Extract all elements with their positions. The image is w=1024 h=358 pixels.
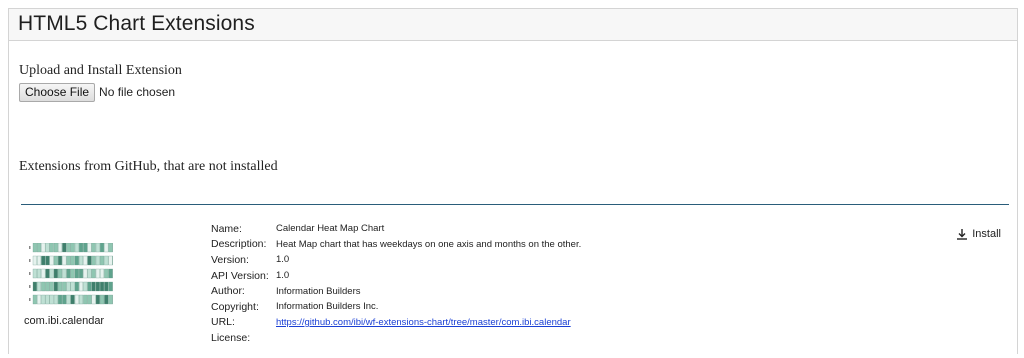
detail-value: 1.0 bbox=[276, 270, 290, 282]
install-button[interactable]: Install bbox=[956, 228, 1001, 240]
detail-value bbox=[276, 330, 581, 346]
detail-key: License: bbox=[211, 331, 251, 344]
detail-row-api-version: API Version: 1.0 bbox=[210, 268, 581, 284]
detail-row-name: Name: Calendar Heat Map Chart bbox=[210, 221, 581, 237]
detail-key: Version: bbox=[211, 253, 249, 266]
detail-value: Information Builders Inc. bbox=[276, 301, 379, 313]
detail-key: Author: bbox=[211, 285, 245, 298]
detail-key: URL: bbox=[211, 316, 235, 329]
extension-url-link[interactable]: https://github.com/ibi/wf-extensions-cha… bbox=[276, 317, 571, 328]
page-title: HTML5 Chart Extensions bbox=[18, 12, 255, 35]
extension-thumbnail bbox=[26, 243, 116, 307]
section-divider bbox=[21, 204, 1009, 205]
github-section-label: Extensions from GitHub, that are not ins… bbox=[19, 159, 278, 174]
detail-value: 1.0 bbox=[276, 254, 290, 266]
detail-key: Name: bbox=[211, 222, 242, 235]
choose-file-button[interactable]: Choose File bbox=[19, 82, 96, 102]
detail-row-author: Author: Information Builders bbox=[210, 283, 581, 299]
detail-key: Description: bbox=[211, 238, 267, 251]
detail-value: Calendar Heat Map Chart bbox=[276, 223, 385, 235]
detail-row-license: License: bbox=[210, 330, 581, 346]
download-icon bbox=[957, 229, 968, 240]
calendar-heatmap-icon bbox=[29, 243, 113, 305]
detail-value: Information Builders bbox=[276, 285, 361, 297]
detail-row-copyright: Copyright: Information Builders Inc. bbox=[210, 299, 581, 315]
title-bar: HTML5 Chart Extensions bbox=[9, 9, 1017, 41]
detail-row-url: URL: https://github.com/ibi/wf-extension… bbox=[210, 315, 581, 331]
detail-row-version: Version: 1.0 bbox=[210, 252, 581, 268]
file-upload-control: Choose File No file chosen bbox=[19, 82, 175, 102]
detail-value: Heat Map chart that has weekdays on one … bbox=[276, 238, 582, 250]
detail-key: Copyright: bbox=[211, 300, 259, 313]
detail-key: API Version: bbox=[211, 269, 269, 282]
file-status-text: No file chosen bbox=[99, 85, 176, 99]
extensions-panel: HTML5 Chart Extensions Upload and Instal… bbox=[8, 8, 1018, 354]
extension-details: Name: Calendar Heat Map Chart Descriptio… bbox=[210, 221, 581, 346]
upload-section-label: Upload and Install Extension bbox=[19, 63, 182, 78]
install-label: Install bbox=[972, 228, 1001, 240]
detail-row-description: Description: Heat Map chart that has wee… bbox=[210, 237, 581, 253]
extension-id-label: com.ibi.calendar bbox=[24, 315, 105, 327]
